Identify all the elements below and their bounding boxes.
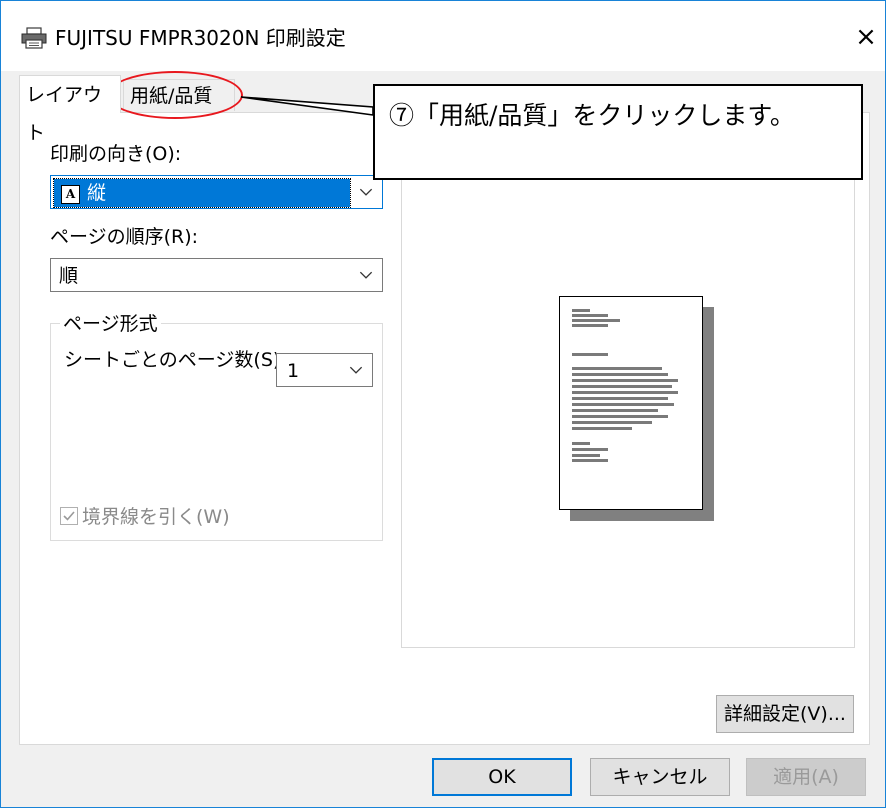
portrait-document-icon: A (61, 185, 80, 204)
orientation-select[interactable]: A 縦 (50, 175, 383, 209)
window-title: FUJITSU FMPR3020N 印刷設定 (55, 26, 346, 50)
pages-per-sheet-select[interactable]: 1 (276, 353, 373, 387)
layout-preview (401, 113, 855, 648)
title-bar: FUJITSU FMPR3020N 印刷設定 × (1, 1, 885, 71)
print-settings-dialog: FUJITSU FMPR3020N 印刷設定 × レイアウト 用紙/品質 印刷の… (0, 0, 886, 808)
printer-icon (21, 27, 47, 49)
annotation-callout: ⑦「用紙/品質」をクリックします。 (373, 84, 863, 180)
ok-button[interactable]: OK (432, 758, 572, 796)
pages-per-sheet-label: シートごとのページ数(S) (64, 349, 281, 371)
chevron-down-icon (359, 271, 373, 279)
checkbox-box (60, 507, 78, 525)
tab-layout[interactable]: レイアウト (19, 75, 121, 144)
page-format-title: ページ形式 (60, 312, 161, 336)
borders-checkbox[interactable]: 境界線を引く(W) (60, 505, 230, 529)
borders-label: 境界線を引く(W) (82, 506, 230, 528)
layout-panel: 印刷の向き(O): A 縦 ページの順序(R): 順 ページ形式 シートごとのペ… (19, 112, 870, 745)
chevron-down-icon (349, 366, 363, 374)
orientation-value: 縦 (87, 182, 107, 204)
annotation-highlight-ellipse (107, 71, 243, 119)
checkmark-icon (63, 511, 75, 521)
pages-per-sheet-value: 1 (287, 360, 300, 382)
page-order-label: ページの順序(R): (50, 226, 199, 248)
page-preview-icon (559, 296, 703, 510)
advanced-button[interactable]: 詳細設定(V)... (716, 695, 854, 733)
apply-button[interactable]: 適用(A) (746, 758, 866, 796)
callout-text: ⑦「用紙/品質」をクリックします。 (389, 101, 795, 130)
close-button[interactable]: × (849, 19, 883, 55)
orientation-label: 印刷の向き(O): (50, 143, 182, 165)
page-order-select[interactable]: 順 (50, 258, 383, 292)
annotation-pointer (240, 96, 374, 116)
chevron-down-icon (359, 188, 373, 196)
page-order-value: 順 (59, 265, 79, 287)
cancel-button[interactable]: キャンセル (590, 758, 730, 796)
